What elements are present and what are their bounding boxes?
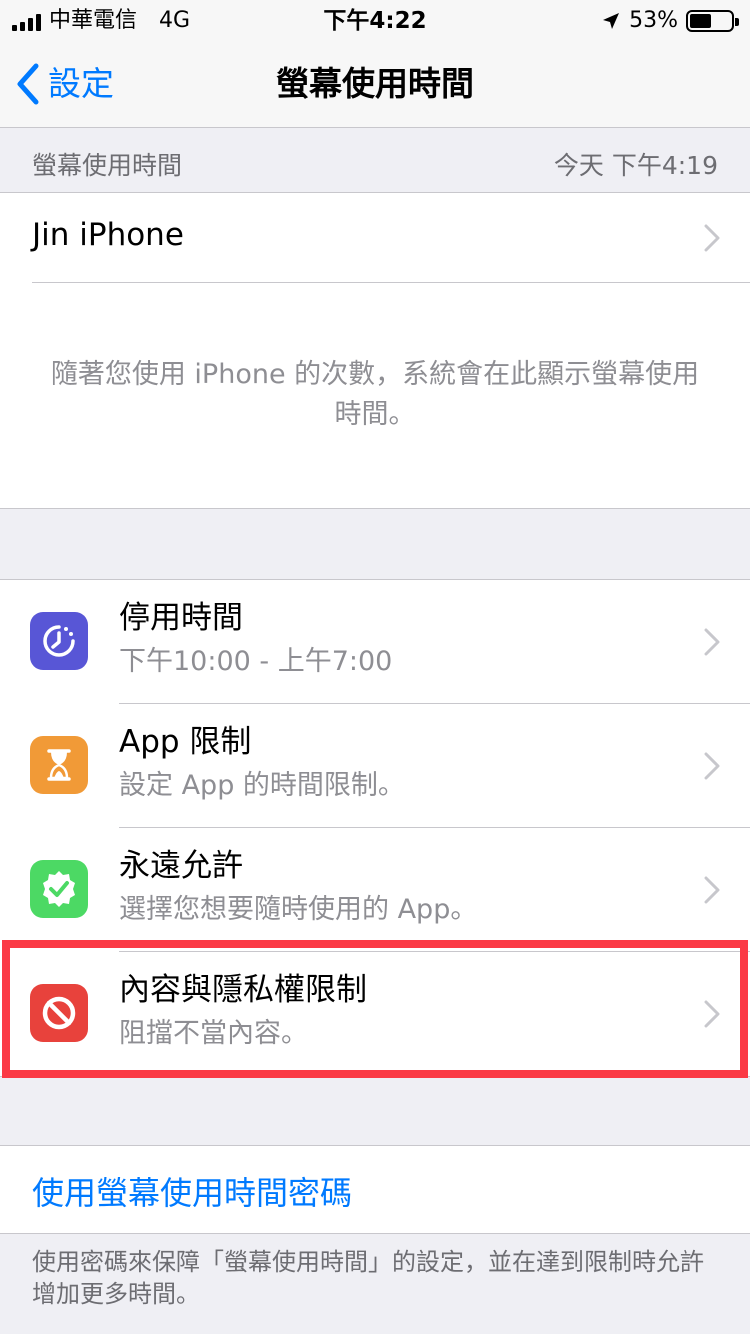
battery-fill	[690, 14, 712, 28]
usage-group: Jin iPhone 隨著您使用 iPhone 的次數，系統會在此顯示螢幕使用時…	[0, 193, 750, 509]
restriction-icon	[30, 984, 88, 1042]
divider	[32, 282, 750, 283]
status-bar: 中華電信 4G 下午4:22 53%	[0, 0, 750, 42]
chevron-right-icon	[704, 1000, 720, 1028]
app-limits-subtitle: 設定 App 的時間限制。	[119, 770, 405, 801]
device-name: Jin iPhone	[32, 217, 184, 253]
content-privacy-row[interactable]: 內容與隱私權限制 阻擋不當內容。	[0, 952, 750, 1076]
battery-icon	[686, 10, 739, 32]
content-privacy-subtitle: 阻擋不當內容。	[119, 1018, 308, 1049]
battery-percent: 53%	[629, 8, 678, 33]
passcode-group: 使用螢幕使用時間密碼	[0, 1145, 750, 1234]
device-row[interactable]: Jin iPhone	[0, 193, 750, 283]
content-privacy-title: 內容與隱私權限制	[119, 972, 367, 1008]
navigation-bar: 設定 螢幕使用時間	[0, 42, 750, 128]
downtime-row[interactable]: 停用時間 下午10:00 - 上午7:00	[0, 580, 750, 704]
always-allowed-title: 永遠允許	[119, 848, 243, 884]
page-title: 螢幕使用時間	[276, 64, 474, 103]
hourglass-icon	[30, 736, 88, 794]
use-passcode-link[interactable]: 使用螢幕使用時間密碼	[32, 1168, 352, 1214]
checkmark-seal-icon	[30, 860, 88, 918]
passcode-footer-text: 使用密碼來保障「螢幕使用時間」的設定，並在達到限制時允許增加更多時間。	[32, 1248, 704, 1308]
summary-header: 螢幕使用時間 今天 下午4:19	[0, 128, 750, 193]
chevron-right-icon	[704, 876, 720, 904]
always-allowed-subtitle: 選擇您想要隨時使用的 App。	[119, 894, 478, 925]
summary-timestamp: 今天 下午4:19	[553, 151, 718, 180]
always-allowed-row[interactable]: 永遠允許 選擇您想要隨時使用的 App。	[0, 828, 750, 952]
location-arrow-icon	[603, 13, 620, 29]
chevron-right-icon	[704, 628, 720, 656]
downtime-subtitle: 下午10:00 - 上午7:00	[119, 646, 393, 677]
features-group: 停用時間 下午10:00 - 上午7:00 App 限制 設定 App 的時間限…	[0, 579, 750, 1077]
app-limits-title: App 限制	[119, 724, 252, 760]
chevron-right-icon	[704, 224, 720, 252]
app-limits-row[interactable]: App 限制 設定 App 的時間限制。	[0, 704, 750, 828]
downtime-icon	[30, 612, 88, 670]
usage-info-text: 隨著您使用 iPhone 的次數，系統會在此顯示螢幕使用時間。	[50, 359, 700, 430]
use-passcode-row[interactable]: 使用螢幕使用時間密碼	[0, 1146, 750, 1234]
chevron-right-icon	[704, 752, 720, 780]
summary-label: 螢幕使用時間	[32, 151, 183, 180]
downtime-title: 停用時間	[119, 600, 243, 636]
